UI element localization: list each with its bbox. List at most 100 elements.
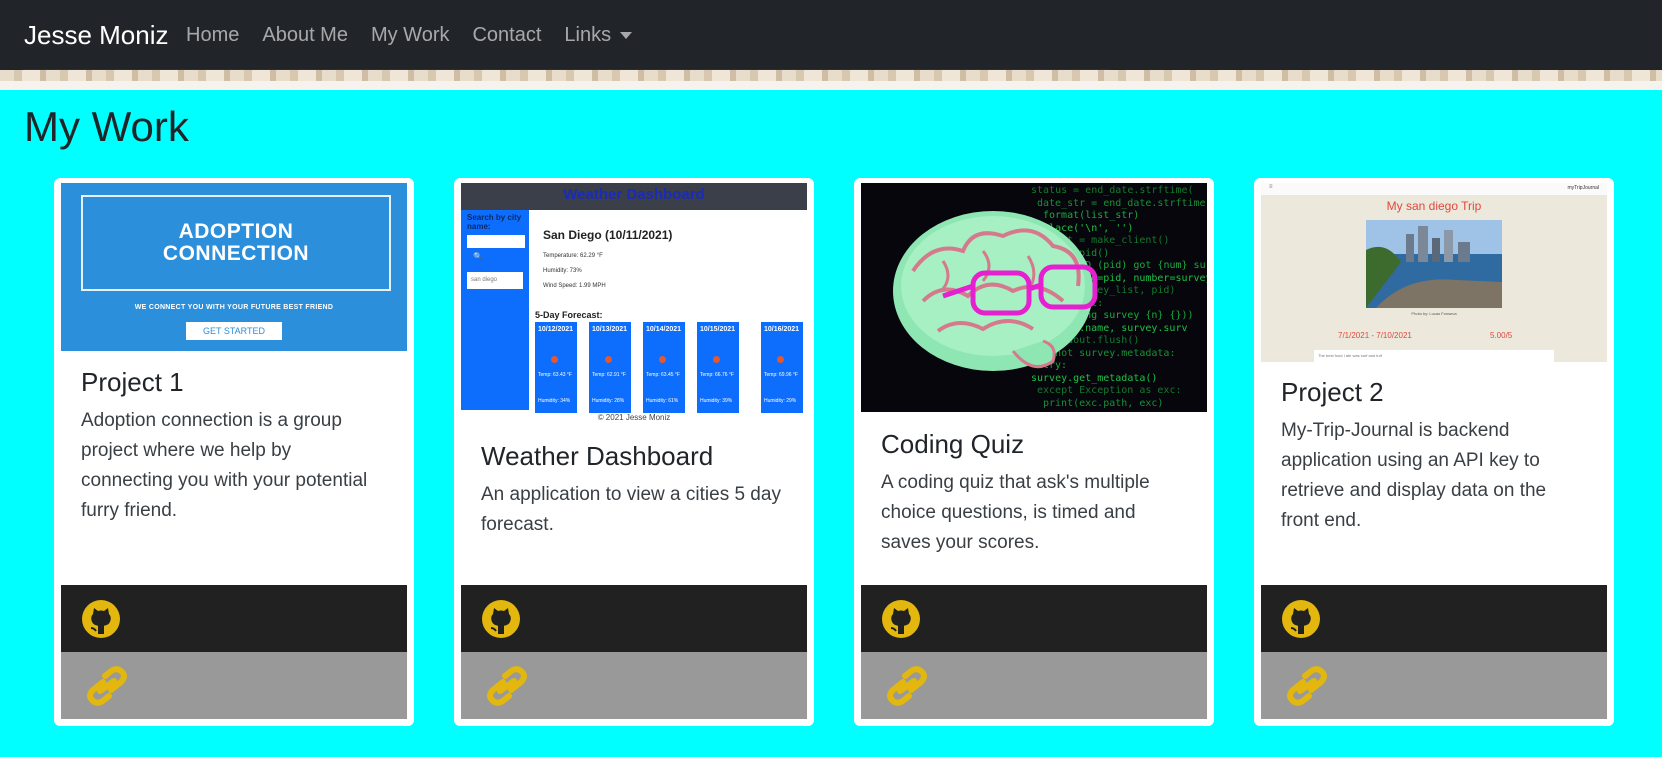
adoption-logo-box: ADOPTION CONNECTION	[81, 195, 391, 291]
card-text: My-Trip-Journal is backend application u…	[1281, 420, 1547, 531]
project-card-2: Weather Dashboard Search by city name: 🔍…	[454, 178, 814, 726]
header-background-edge	[0, 81, 1662, 90]
trip-app-name: myTripJournal	[1567, 185, 1600, 191]
card-title: Weather Dashboard	[481, 441, 714, 471]
card-image-adoption: ADOPTION CONNECTION WE CONNECT YOU WITH …	[61, 183, 407, 351]
project-card-1: ADOPTION CONNECTION WE CONNECT YOU WITH …	[54, 178, 414, 726]
card-text: An application to view a cities 5 day fo…	[481, 484, 781, 535]
github-bar	[861, 585, 1207, 652]
project-card-4: ≡ myTripJournal My san diego Trip Photo …	[1254, 178, 1614, 726]
forecast-temp: Temp: 63.43 °F	[538, 372, 572, 378]
weather-search-label: Search by city name:	[467, 213, 522, 231]
brain-illustration	[893, 211, 1098, 371]
github-icon[interactable]	[1281, 599, 1321, 639]
github-icon[interactable]	[481, 599, 521, 639]
weather-forecast-label: 5-Day Forecast:	[535, 310, 603, 320]
trip-journal-entry: The best food I ate was surf and turf	[1314, 350, 1554, 362]
card-title: Project 2	[1281, 377, 1384, 407]
adoption-logo-line2: CONNECTION	[162, 242, 310, 265]
weather-icon	[659, 356, 666, 363]
project-card-3: status = end_date.strftime(date_str = en…	[854, 178, 1214, 726]
link-bar	[1261, 652, 1607, 719]
forecast-humidity: Humidity: 39%	[700, 398, 733, 404]
forecast-temp: Temp: 66.76 °F	[700, 372, 734, 378]
trip-photo-caption: Photo by: Lucas Fonseca	[1411, 311, 1457, 316]
github-icon[interactable]	[881, 599, 921, 639]
link-icon[interactable]	[1281, 665, 1333, 706]
weather-search-input	[467, 235, 525, 248]
card-title: Project 1	[81, 367, 184, 397]
trip-app-header: ≡ myTripJournal	[1261, 183, 1607, 195]
forecast-temp: Temp: 63.45 °F	[646, 372, 680, 378]
link-bar	[61, 652, 407, 719]
forecast-humidity: Humidity: 34%	[538, 398, 571, 404]
nav-link-contact[interactable]: Contact	[472, 22, 541, 48]
adoption-logo-line1: ADOPTION	[178, 220, 294, 243]
weather-city: San Diego (10/11/2021)	[543, 228, 673, 242]
nav-link-home[interactable]: Home	[186, 22, 239, 48]
github-icon[interactable]	[81, 599, 121, 639]
forecast-date: 10/13/2021	[592, 326, 628, 333]
link-bar	[461, 652, 807, 719]
brand-link[interactable]: Jesse Moniz	[24, 19, 169, 51]
link-icon[interactable]	[481, 665, 533, 706]
nav-links-dropdown[interactable]: Links	[564, 22, 633, 48]
trip-score: 5.00/5	[1490, 331, 1513, 340]
card-image-weather: Weather Dashboard Search by city name: 🔍…	[461, 183, 807, 423]
caret-down-icon	[620, 31, 633, 39]
nav-link-my-work[interactable]: My Work	[371, 22, 450, 48]
card-text: A coding quiz that ask's multiple choice…	[881, 472, 1150, 553]
header-background-strip	[0, 70, 1662, 81]
trip-title: My san diego Trip	[1386, 199, 1482, 213]
weather-footer: © 2021 Jesse Moniz	[597, 413, 671, 422]
github-bar	[61, 585, 407, 652]
card-image-brain: status = end_date.strftime(date_str = en…	[861, 183, 1207, 412]
weather-icon	[605, 356, 612, 363]
adoption-tagline: WE CONNECT YOU WITH YOUR FUTURE BEST FRI…	[134, 304, 334, 311]
link-bar	[861, 652, 1207, 719]
card-image-trip: ≡ myTripJournal My san diego Trip Photo …	[1261, 183, 1607, 362]
forecast-day: 10/13/2021 Temp: 62.91 °F Humidity: 28%	[589, 322, 631, 413]
weather-sidebar: Search by city name: 🔍 san diego	[461, 210, 529, 410]
search-icon: 🔍	[473, 252, 483, 261]
forecast-date: 10/16/2021	[764, 326, 800, 333]
code-line: print(exc.path, exc)	[1043, 397, 1164, 409]
weather-temperature: Temperature: 62.29 °F	[543, 253, 603, 259]
nav-links-label: Links	[564, 24, 612, 46]
github-bar	[461, 585, 807, 652]
trip-photo	[1366, 220, 1502, 308]
link-icon[interactable]	[881, 665, 933, 706]
code-line: status = end_date.strftime(	[1031, 185, 1194, 196]
forecast-humidity: Humidity: 29%	[764, 398, 797, 404]
forecast-day: 10/14/2021 Temp: 63.45 °F Humidity: 61%	[643, 322, 685, 413]
nav-link-about[interactable]: About Me	[262, 22, 348, 48]
my-work-section: My Work ADOPTION CONNECTION WE CONNECT Y…	[0, 90, 1662, 757]
forecast-temp: Temp: 69.96 °F	[764, 372, 798, 378]
card-text: Adoption connection is a group project w…	[81, 410, 368, 521]
forecast-temp: Temp: 62.91 °F	[592, 372, 626, 378]
section-title: My Work	[24, 103, 189, 150]
weather-icon	[713, 356, 720, 363]
weather-humidity: Humidity: 73%	[543, 268, 582, 274]
nav-links: Home About Me My Work Contact Links	[186, 22, 655, 48]
forecast-day: 10/16/2021 Temp: 69.96 °F Humidity: 29%	[761, 322, 803, 413]
weather-icon	[777, 356, 784, 363]
forecast-humidity: Humidity: 61%	[646, 398, 679, 404]
weather-wind: Wind Speed: 1.99 MPH	[543, 283, 606, 289]
weather-icon	[551, 356, 558, 363]
get-started-button-screenshot: GET STARTED	[186, 322, 282, 340]
weather-header-title: Weather Dashboard	[563, 186, 705, 203]
forecast-date: 10/14/2021	[646, 326, 682, 333]
menu-icon: ≡	[1269, 184, 1273, 190]
forecast-day: 10/15/2021 Temp: 66.76 °F Humidity: 39%	[697, 322, 739, 413]
weather-history-item: san diego	[467, 272, 523, 289]
forecast-date: 10/15/2021	[700, 326, 736, 333]
github-bar	[1261, 585, 1607, 652]
forecast-day: 10/12/2021 Temp: 63.43 °F Humidity: 34%	[535, 322, 577, 413]
forecast-date: 10/12/2021	[538, 326, 574, 333]
link-icon[interactable]	[81, 665, 133, 706]
forecast-humidity: Humidity: 28%	[592, 398, 625, 404]
navbar: Jesse Moniz Home About Me My Work Contac…	[0, 0, 1662, 70]
card-title: Coding Quiz	[881, 429, 1025, 459]
trip-dates: 7/1/2021 - 7/10/2021	[1338, 331, 1412, 340]
